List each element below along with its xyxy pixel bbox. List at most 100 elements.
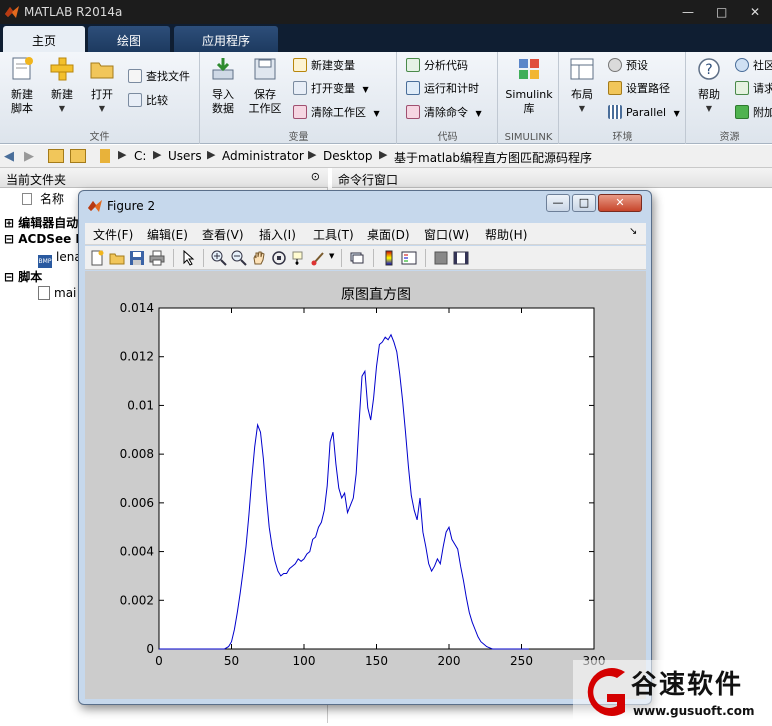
simulink-library-button[interactable]: Simulink 库 — [505, 56, 553, 116]
clear-workspace-icon — [293, 105, 307, 119]
up-folder-icon[interactable] — [48, 149, 64, 163]
folder-icon — [100, 149, 110, 163]
file-column-icon — [22, 193, 32, 205]
menu-edit[interactable]: 编辑(E) — [147, 226, 188, 243]
maximize-button[interactable]: □ — [716, 5, 727, 19]
y-tick-label: 0 — [146, 642, 154, 656]
parallel-dropdown-icon[interactable]: ▼ — [674, 109, 680, 118]
dock-arrow-icon[interactable]: ↘ — [629, 226, 637, 237]
rotate-3d-icon[interactable] — [271, 250, 287, 266]
menu-desktop[interactable]: 桌面(D) — [367, 226, 410, 243]
list-item[interactable]: ⊟ ACDSee E — [4, 232, 84, 250]
brush-icon[interactable] — [311, 250, 327, 266]
breadcrumb-users[interactable]: Users — [168, 149, 202, 163]
clear-commands-button[interactable]: 清除命令 ▼ — [406, 104, 482, 122]
column-header-name[interactable]: 名称 — [22, 190, 64, 208]
find-files-button[interactable]: 查找文件 — [128, 68, 190, 86]
menu-file[interactable]: 文件(F) — [93, 226, 133, 243]
x-tick-label: 100 — [293, 654, 316, 668]
browse-folder-icon[interactable] — [70, 149, 86, 163]
figure-close-button[interactable]: ✕ — [598, 194, 642, 212]
collapse-icon[interactable]: ⊟ — [4, 270, 14, 284]
collapse-icon[interactable]: ⊟ — [4, 232, 14, 246]
forward-arrow-icon[interactable]: ▶ — [24, 149, 40, 164]
open-dropdown-arrow-icon[interactable]: ▼ — [82, 102, 122, 116]
edit-plot-icon[interactable] — [181, 250, 197, 266]
figure-maximize-button[interactable]: □ — [572, 194, 596, 212]
addons-button[interactable]: 附加 — [735, 104, 772, 122]
folder-group-label: 编辑器自动 — [18, 216, 79, 230]
layout-button[interactable]: 布局 ▼ — [562, 56, 602, 116]
breadcrumb-separator-icon: ▶ — [207, 148, 216, 161]
run-and-time-button[interactable]: 运行和计时 — [406, 80, 479, 98]
tab-plots[interactable]: 绘图 — [88, 26, 170, 52]
breadcrumb-project-folder[interactable]: 基于matlab编程直方图匹配源码程序 — [394, 149, 592, 166]
pan-icon[interactable] — [251, 250, 267, 266]
expand-icon[interactable]: ⊞ — [4, 216, 14, 230]
address-bar: ◀ ▶ ▶ C: ▶ Users ▶ Administrator ▶ Deskt… — [0, 145, 772, 168]
clear-workspace-dropdown-icon[interactable]: ▼ — [374, 109, 380, 118]
layout-dropdown-arrow-icon[interactable]: ▼ — [562, 102, 602, 116]
request-support-button[interactable]: 请求 — [735, 80, 772, 98]
command-window-header: 命令行窗口 — [332, 168, 772, 188]
insert-colorbar-icon[interactable] — [381, 250, 397, 266]
close-button[interactable]: ✕ — [750, 5, 760, 19]
show-plot-tools-icon[interactable] — [453, 250, 469, 266]
help-button[interactable]: ? 帮助 ▼ — [689, 56, 729, 116]
set-path-button[interactable]: 设置路径 — [608, 80, 670, 98]
preferences-button[interactable]: 预设 — [608, 57, 648, 75]
save-workspace-button[interactable]: 保存 工作区 — [245, 56, 285, 116]
list-item[interactable]: ⊟ 脚本 — [4, 268, 42, 286]
save-icon[interactable] — [129, 250, 145, 266]
new-variable-button[interactable]: 新建变量 — [293, 57, 355, 75]
hide-plot-tools-icon[interactable] — [433, 250, 449, 266]
menu-insert[interactable]: 插入(I) — [259, 226, 296, 243]
minimize-button[interactable]: — — [682, 5, 694, 19]
print-icon[interactable] — [149, 250, 165, 266]
list-item[interactable]: BMP lena — [38, 250, 82, 268]
insert-legend-icon[interactable] — [401, 250, 417, 266]
menu-help[interactable]: 帮助(H) — [485, 226, 527, 243]
zoom-out-icon[interactable] — [231, 250, 247, 266]
data-cursor-icon[interactable] — [291, 250, 307, 266]
compare-button[interactable]: 比较 — [128, 92, 168, 110]
clear-workspace-button[interactable]: 清除工作区 ▼ — [293, 104, 380, 122]
menu-view[interactable]: 查看(V) — [202, 226, 244, 243]
list-item[interactable]: ⊞ 编辑器自动 — [4, 214, 78, 232]
breadcrumb-administrator[interactable]: Administrator — [222, 149, 304, 163]
parallel-button[interactable]: Parallel ▼ — [608, 104, 680, 122]
environment-group-label: 环境 — [612, 132, 633, 143]
new-script-button[interactable]: 新建 脚本 — [2, 56, 42, 116]
open-button[interactable]: 打开 ▼ — [82, 56, 122, 116]
figure-window: Figure 2 — □ ✕ 文件(F) 编辑(E) 查看(V) 插入(I) 工… — [78, 190, 652, 705]
zoom-in-icon[interactable] — [211, 250, 227, 266]
breadcrumb-desktop[interactable]: Desktop — [323, 149, 373, 163]
clear-commands-dropdown-icon[interactable]: ▼ — [476, 109, 482, 118]
open-variable-dropdown-icon[interactable]: ▼ — [363, 85, 369, 94]
link-plot-icon[interactable] — [349, 250, 365, 266]
figure-minimize-button[interactable]: — — [546, 194, 570, 212]
community-label: 社区 — [753, 59, 772, 72]
open-variable-button[interactable]: 打开变量 ▼ — [293, 80, 369, 98]
menu-tools[interactable]: 工具(T) — [313, 226, 354, 243]
toolbar-separator — [425, 249, 426, 267]
menu-window[interactable]: 窗口(W) — [424, 226, 469, 243]
tab-home[interactable]: 主页 — [3, 26, 85, 52]
brush-dropdown-icon[interactable]: ▼ — [329, 252, 334, 260]
x-tick-label: 50 — [224, 654, 239, 668]
help-dropdown-arrow-icon[interactable]: ▼ — [689, 102, 729, 116]
figure-canvas[interactable]: 原图直方图 05010015020025030000.0020.0040.006… — [85, 271, 646, 699]
open-file-icon[interactable] — [109, 250, 125, 266]
new-button[interactable]: 新建 ▼ — [42, 56, 82, 116]
list-item[interactable]: mai — [38, 286, 76, 304]
community-button[interactable]: 社区 — [735, 57, 772, 75]
analyze-code-button[interactable]: 分析代码 — [406, 57, 468, 75]
new-dropdown-arrow-icon[interactable]: ▼ — [42, 102, 82, 116]
parallel-icon — [608, 105, 622, 119]
breadcrumb-drive[interactable]: C: — [134, 149, 146, 163]
import-data-button[interactable]: 导入 数据 — [203, 56, 243, 116]
panel-actions-icon[interactable]: ⊙ — [311, 170, 320, 183]
tab-apps[interactable]: 应用程序 — [174, 26, 278, 52]
new-figure-icon[interactable] — [89, 250, 105, 266]
back-arrow-icon[interactable]: ◀ — [4, 149, 20, 164]
